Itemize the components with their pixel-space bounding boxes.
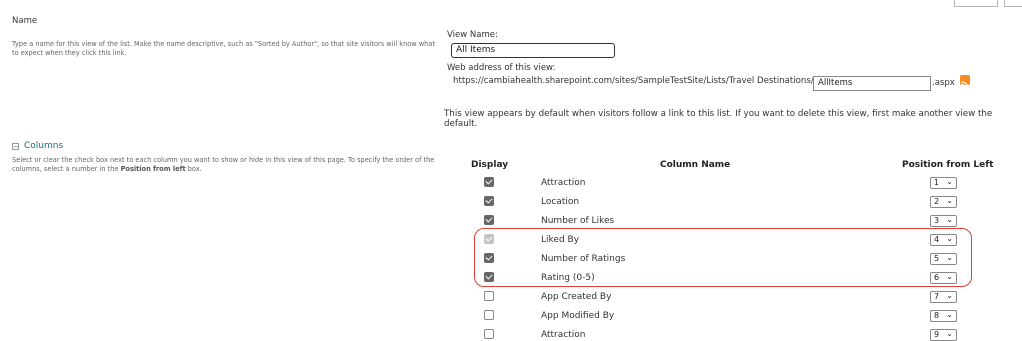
position-select[interactable]: 4 ⌄ xyxy=(930,234,957,246)
chevron-down-icon: ⌄ xyxy=(946,196,953,205)
rss-feed-icon[interactable] xyxy=(960,75,970,89)
position-value: 6 xyxy=(934,273,940,282)
position-select[interactable]: 8 ⌄ xyxy=(930,310,957,322)
toolbar-button-ok[interactable] xyxy=(954,0,998,7)
column-name: Number of Likes xyxy=(541,216,615,226)
url-suffix: .aspx xyxy=(932,78,955,88)
position-select[interactable]: 3 ⌄ xyxy=(930,215,957,227)
chevron-down-icon: ⌄ xyxy=(946,310,953,319)
position-select[interactable]: 5 ⌄ xyxy=(930,253,957,265)
column-name: Number of Ratings xyxy=(541,254,626,264)
web-address-label: Web address of this view: xyxy=(447,63,556,73)
column-name: App Modified By xyxy=(541,311,615,321)
display-checkbox[interactable] xyxy=(484,196,494,206)
display-checkbox[interactable] xyxy=(484,310,494,320)
position-value: 8 xyxy=(934,311,940,320)
position-value: 7 xyxy=(934,292,940,301)
columns-section-title[interactable]: Columns xyxy=(24,141,63,151)
url-filename-input[interactable]: AllItems xyxy=(813,76,931,91)
display-checkbox[interactable] xyxy=(484,272,494,282)
toolbar-button-cancel[interactable] xyxy=(1004,0,1022,7)
position-value: 3 xyxy=(934,216,940,225)
display-checkbox[interactable] xyxy=(484,291,494,301)
chevron-down-icon: ⌄ xyxy=(946,291,953,300)
chevron-down-icon: ⌄ xyxy=(946,272,953,281)
position-select[interactable]: 6 ⌄ xyxy=(930,272,957,284)
column-name: Liked By xyxy=(541,235,580,245)
view-name-input[interactable]: All Items xyxy=(451,43,615,58)
position-select[interactable]: 2 ⌄ xyxy=(930,196,957,208)
name-section-description: Type a name for this view of the list. M… xyxy=(12,40,435,57)
chevron-down-icon: ⌄ xyxy=(946,253,953,262)
display-checkbox[interactable] xyxy=(484,215,494,225)
header-display: Display xyxy=(471,160,509,170)
position-value: 9 xyxy=(934,330,940,339)
position-select[interactable]: 1 ⌄ xyxy=(930,177,957,189)
name-section-title: Name xyxy=(12,16,38,26)
position-value: 4 xyxy=(934,235,940,244)
view-name-label: View Name: xyxy=(447,30,498,40)
chevron-down-icon: ⌄ xyxy=(946,215,953,224)
url-prefix: https://cambiahealth.sharepoint.com/site… xyxy=(453,76,814,86)
position-value: 2 xyxy=(934,197,940,206)
column-name: Rating (0-5) xyxy=(541,273,595,283)
display-checkbox[interactable] xyxy=(484,177,494,187)
default-view-note: This view appears by default when visito… xyxy=(444,109,993,129)
position-value: 5 xyxy=(934,254,940,263)
chevron-down-icon: ⌄ xyxy=(946,177,953,186)
column-name: Attraction xyxy=(541,330,586,340)
display-checkbox[interactable] xyxy=(484,329,494,339)
columns-section-description: Select or clear the check box next to ea… xyxy=(12,156,435,173)
column-name: Attraction xyxy=(541,178,586,188)
column-name: Location xyxy=(541,197,580,207)
collapse-minus-icon[interactable]: − xyxy=(12,143,19,151)
position-select[interactable]: 7 ⌄ xyxy=(930,291,957,303)
display-checkbox xyxy=(484,234,494,244)
display-checkbox[interactable] xyxy=(484,253,494,263)
position-select[interactable]: 9 ⌄ xyxy=(930,329,957,341)
column-name: App Created By xyxy=(541,292,612,302)
header-position: Position from Left xyxy=(902,160,994,170)
chevron-down-icon: ⌄ xyxy=(946,329,953,338)
header-column-name: Column Name xyxy=(660,160,731,170)
chevron-down-icon: ⌄ xyxy=(946,234,953,243)
position-value: 1 xyxy=(934,178,940,187)
